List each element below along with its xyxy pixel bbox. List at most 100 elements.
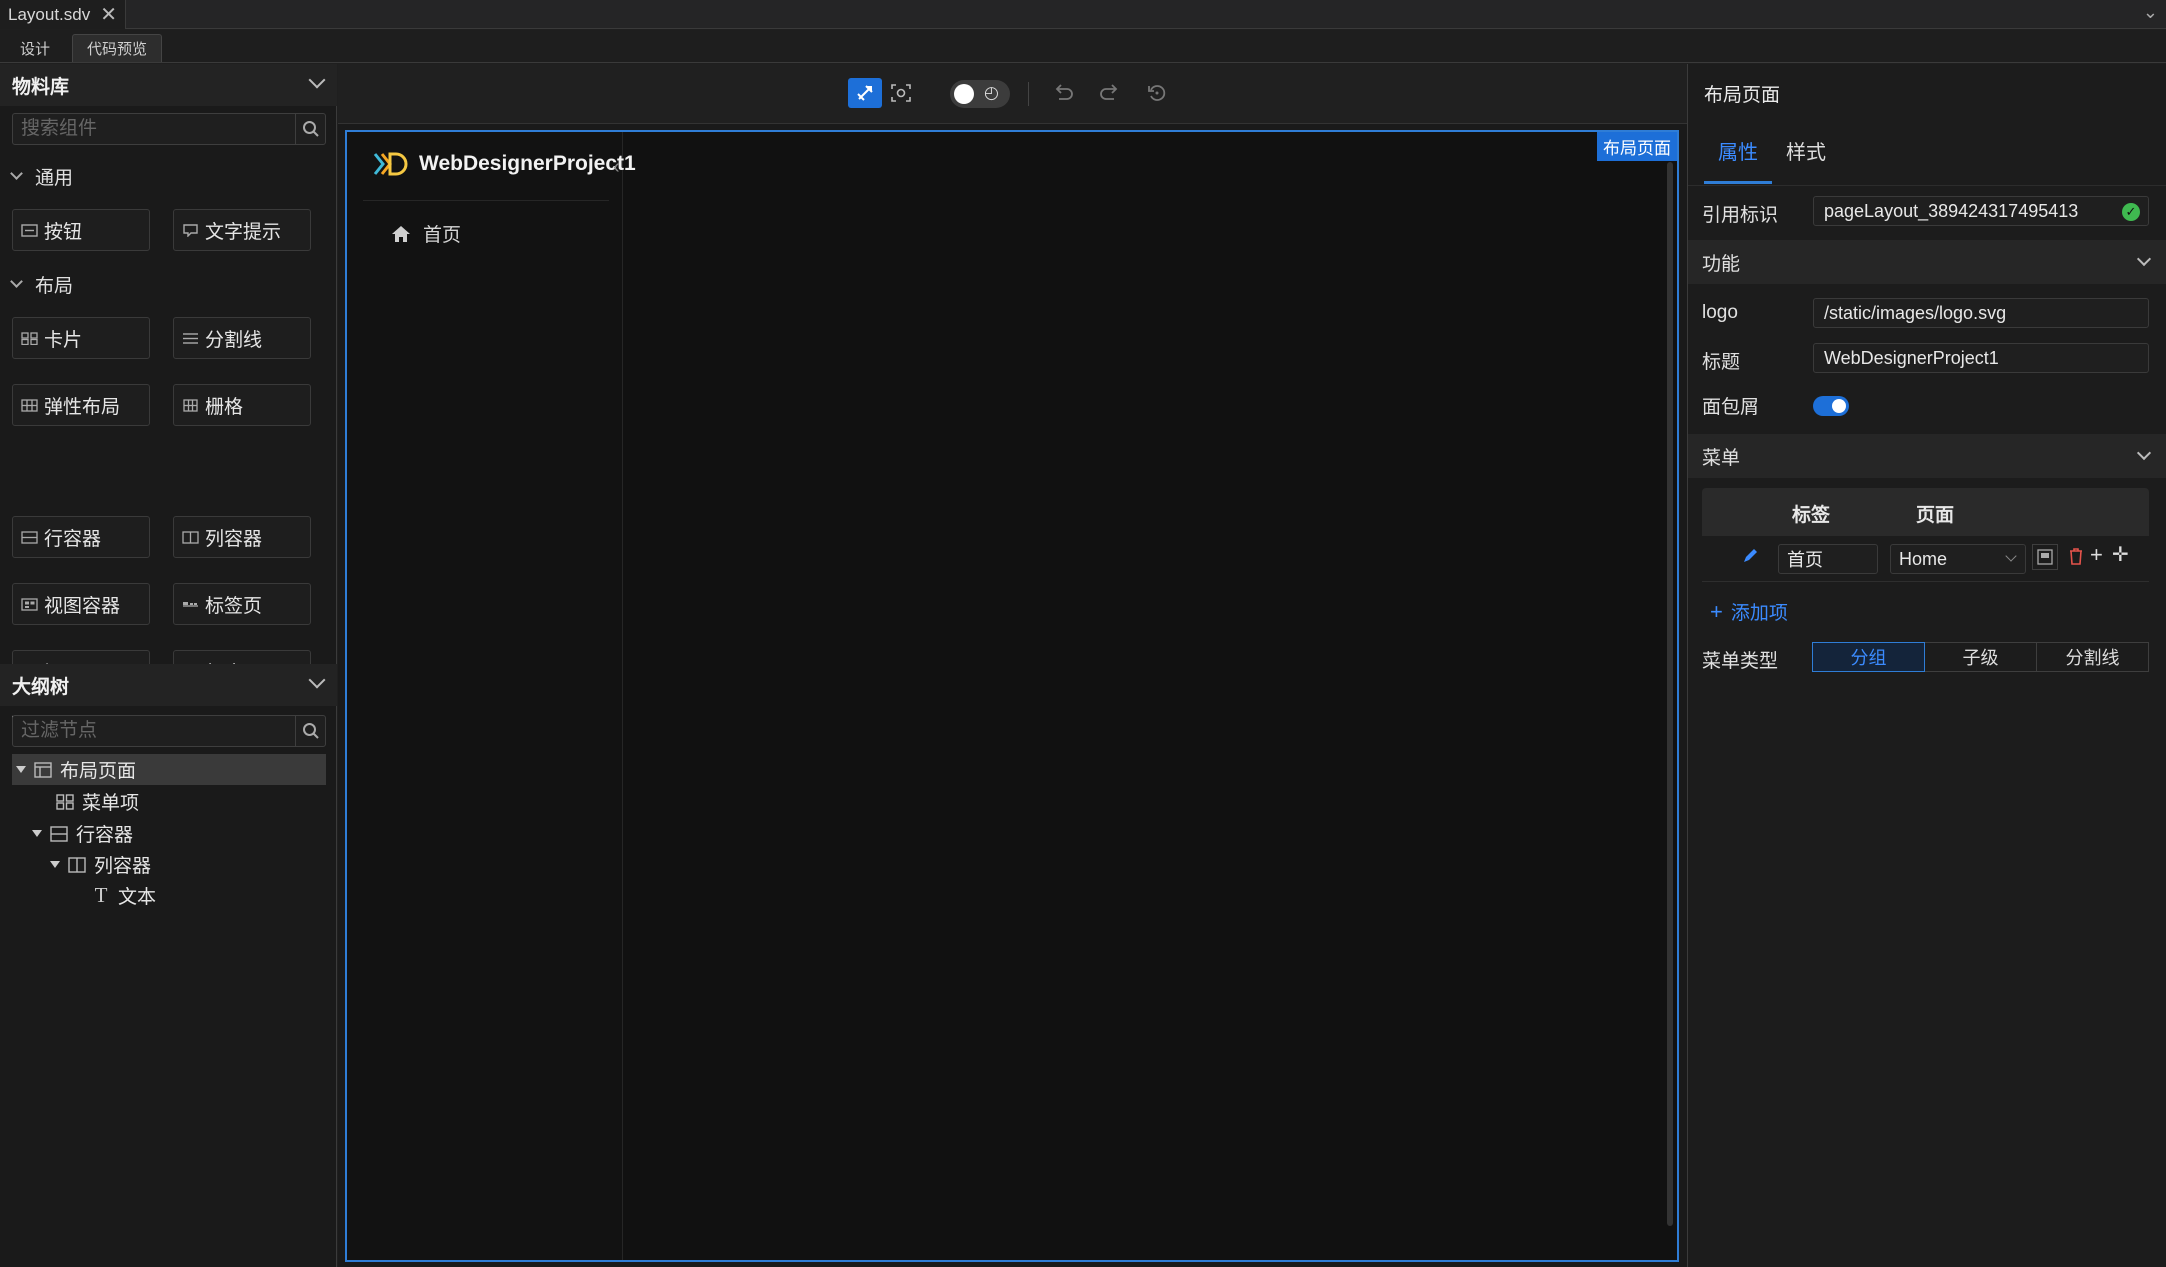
logo-field[interactable]: /static/images/logo.svg — [1813, 298, 2149, 328]
row-container-icon — [50, 825, 68, 842]
edit-pencil-icon[interactable] — [1742, 548, 1758, 570]
search-icon[interactable] — [295, 716, 325, 746]
tab-design[interactable]: 设计 — [6, 34, 64, 62]
tabs-icon — [183, 601, 198, 607]
design-canvas: ◴ WebDesignerProject1 ‹ 首页 布局页面 — [338, 64, 1687, 1267]
brand-divider — [363, 200, 609, 201]
section-menu[interactable]: 菜单 — [1688, 434, 2166, 478]
plus-icon: + — [1710, 598, 1723, 624]
component-view-container[interactable]: 视图容器 — [12, 583, 150, 625]
section-function[interactable]: 功能 — [1688, 240, 2166, 284]
component-row-container[interactable]: 行容器 — [12, 516, 150, 558]
design-mode-icon[interactable] — [848, 78, 882, 108]
component-tabs[interactable]: 标签页 — [173, 583, 311, 625]
view-container-icon — [21, 597, 38, 611]
chevron-down-icon[interactable] — [2136, 251, 2152, 267]
drag-move-icon[interactable]: ✛ — [2112, 542, 2129, 567]
chevron-down-icon — [10, 167, 23, 180]
logo-label: logo — [1702, 302, 1738, 323]
outline-search — [12, 715, 326, 747]
library-header[interactable]: 物料库 — [0, 64, 337, 106]
trash-icon[interactable] — [2068, 547, 2084, 571]
group-layout[interactable]: 布局 — [10, 269, 73, 299]
component-label: 栅格 — [205, 396, 244, 418]
search-icon[interactable] — [295, 114, 325, 144]
check-circle-icon: ✓ — [2122, 203, 2140, 221]
logo-value: /static/images/logo.svg — [1824, 302, 2007, 323]
expand-triangle-icon[interactable] — [32, 830, 42, 837]
layout-page-canvas[interactable]: WebDesignerProject1 ‹ 首页 布局页面 — [345, 130, 1679, 1262]
breadcrumb-toggle[interactable] — [1813, 396, 1849, 416]
page-picker-icon[interactable] — [2032, 544, 2058, 570]
outline-filter-input[interactable] — [13, 716, 283, 746]
chevron-down-icon[interactable] — [308, 671, 326, 689]
tree-node-text[interactable]: T 文本 — [92, 880, 156, 911]
tree-node-layout-page[interactable]: 布局页面 — [12, 754, 326, 785]
add-item-button[interactable]: + 添加项 — [1710, 598, 1788, 625]
section-menu-label: 菜单 — [1702, 447, 1741, 469]
library-search — [12, 113, 326, 145]
chevron-down-icon[interactable]: ⌄ — [2143, 2, 2158, 23]
selected-component-label: 布局页面 — [1597, 132, 1677, 161]
divider-icon — [183, 332, 198, 344]
canvas-scrollbar[interactable] — [1667, 162, 1673, 1226]
file-tab[interactable]: Layout.sdv ✕ — [0, 0, 126, 29]
outline-header-bar[interactable]: 大纲树 — [0, 664, 337, 706]
chevron-left-icon[interactable]: ‹ — [613, 156, 620, 179]
section-function-label: 功能 — [1702, 253, 1741, 275]
close-icon[interactable]: ✕ — [100, 5, 117, 25]
title-value: WebDesignerProject1 — [1824, 347, 1999, 368]
chevron-down-icon[interactable] — [2136, 445, 2152, 461]
properties-tabs: 属性 样式 — [1688, 124, 2166, 186]
column-container-icon — [182, 530, 199, 544]
expand-triangle-icon[interactable] — [16, 766, 26, 773]
tab-properties[interactable]: 属性 — [1704, 136, 1772, 184]
nav-item-home[interactable]: 首页 — [391, 220, 461, 247]
chevron-down-icon — [10, 275, 23, 288]
tab-code-preview[interactable]: 代码预览 — [72, 34, 163, 62]
component-button[interactable]: 按钮 — [12, 209, 150, 251]
ref-id-field[interactable]: pageLayout_389424317495413 ✓ — [1813, 196, 2149, 226]
toolbar-divider — [1028, 82, 1029, 106]
card-icon — [21, 331, 38, 345]
chevron-down-icon[interactable] — [308, 71, 326, 89]
component-divider[interactable]: 分割线 — [173, 317, 311, 359]
preview-icon[interactable] — [884, 78, 918, 108]
tree-node-label: 文本 — [118, 887, 157, 908]
tooltip-icon — [183, 223, 198, 237]
menu-page-select[interactable]: Home — [1890, 544, 2026, 574]
component-card[interactable]: 卡片 — [12, 317, 150, 359]
component-tooltip[interactable]: 文字提示 — [173, 209, 311, 251]
menu-label-value: 首页 — [1787, 550, 1823, 570]
menu-type-label: 菜单类型 — [1702, 651, 1779, 672]
home-icon — [392, 225, 410, 242]
library-title: 物料库 — [12, 76, 70, 98]
tree-node-column-container[interactable]: 列容器 — [50, 849, 151, 880]
brand-title: WebDesignerProject1 — [419, 152, 636, 175]
table-row: 首页 Home + ✛ — [1702, 536, 2149, 582]
library-search-input[interactable] — [13, 114, 283, 144]
file-tab-label: Layout.sdv — [8, 4, 91, 24]
menu-type-group[interactable]: 分组 — [1812, 642, 1925, 672]
component-column-container[interactable]: 列容器 — [173, 516, 311, 558]
tree-node-menu-item[interactable]: 菜单项 — [56, 786, 139, 817]
reset-icon[interactable] — [1140, 78, 1174, 108]
component-flex[interactable]: 弹性布局 — [12, 384, 150, 426]
menu-type-child[interactable]: 子级 — [1924, 642, 2037, 672]
group-general[interactable]: 通用 — [10, 161, 73, 191]
plus-icon[interactable]: + — [2090, 542, 2103, 568]
column-header-label: 标签 — [1792, 505, 1831, 526]
layout-icon — [34, 761, 52, 778]
tree-node-row-container[interactable]: 行容器 — [32, 818, 133, 849]
undo-icon[interactable] — [1046, 78, 1080, 108]
title-field[interactable]: WebDesignerProject1 — [1813, 343, 2149, 373]
redo-icon[interactable] — [1093, 78, 1127, 108]
tab-style[interactable]: 样式 — [1786, 136, 1826, 181]
expand-triangle-icon[interactable] — [50, 861, 60, 868]
component-grid[interactable]: 栅格 — [173, 384, 311, 426]
menu-type-divider[interactable]: 分割线 — [2036, 642, 2149, 672]
component-label: 分割线 — [205, 329, 263, 351]
menu-label-input[interactable]: 首页 — [1778, 544, 1878, 574]
nav-item-label: 首页 — [423, 225, 462, 246]
theme-toggle[interactable]: ◴ — [950, 80, 1010, 108]
